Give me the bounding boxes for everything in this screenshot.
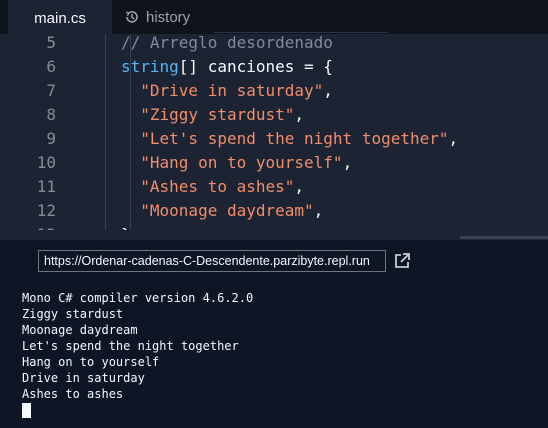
code-token: , xyxy=(342,153,353,172)
code-token: , xyxy=(323,81,333,100)
line-number: 7 xyxy=(46,81,56,100)
line-number: 8 xyxy=(46,105,56,124)
line-number: 12 xyxy=(36,201,56,220)
code-line[interactable]: 6 string[] canciones = { xyxy=(0,55,548,79)
repl-url-field[interactable]: https://Ordenar-cadenas-C-Descendente.pa… xyxy=(38,250,386,272)
console-output-line: Mono C# compiler version 4.6.2.0 xyxy=(22,291,254,305)
line-number: 10 xyxy=(36,153,56,172)
code-line[interactable]: 10 "Hang on to yourself", xyxy=(0,151,548,175)
tab-label: history xyxy=(146,8,191,26)
console-output-line: Ziggy stardust xyxy=(22,307,124,321)
code-token: [] canciones = { xyxy=(178,57,333,76)
code-token: , xyxy=(294,177,305,196)
code-line[interactable]: 7 "Drive in saturday", xyxy=(0,79,548,103)
code-token: "Let's spend the night together" xyxy=(140,129,449,148)
line-number: 6 xyxy=(46,57,56,76)
code-token: "Hang on to yourself" xyxy=(140,153,343,172)
console-output-line: Hang on to yourself xyxy=(22,355,160,369)
console-output-line: Drive in saturday xyxy=(22,371,145,385)
line-number: 5 xyxy=(46,34,56,52)
code-token: "Drive in saturday" xyxy=(140,81,324,100)
code-token: , xyxy=(313,201,324,220)
line-number: 9 xyxy=(46,129,56,148)
editor-scrollbar[interactable] xyxy=(460,236,548,239)
code-text: "Hang on to yourself", xyxy=(121,151,352,175)
code-text: "Let's spend the night together", xyxy=(121,127,458,151)
code-token: "Ashes to ashes" xyxy=(140,177,295,196)
code-token: , xyxy=(448,129,459,148)
code-line[interactable]: 9 "Let's spend the night together", xyxy=(0,127,548,151)
console-output: Mono C# compiler version 4.6.2.0 Ziggy st… xyxy=(22,290,253,402)
code-text: "Moonage daydream", xyxy=(121,199,323,223)
tab-bar: main.cs history xyxy=(0,0,548,34)
tab-label: main.cs xyxy=(34,9,86,27)
line-number: 13 xyxy=(0,223,56,230)
console-output-line: Moonage daydream xyxy=(22,323,138,337)
code-line[interactable]: 13} xyxy=(0,223,548,230)
tab-history[interactable]: history xyxy=(124,0,214,34)
code-text: "Ashes to ashes", xyxy=(121,175,304,199)
code-editor[interactable]: 5 // Arreglo desordenado 6 string[] cancion… xyxy=(0,34,548,230)
history-icon xyxy=(125,11,138,23)
tab-bar-divider xyxy=(214,32,388,33)
code-text: "Drive in saturday", xyxy=(121,79,333,103)
code-text: // Arreglo desordenado xyxy=(121,34,333,55)
code-text: string[] canciones = { xyxy=(121,55,333,79)
code-text: } xyxy=(121,223,131,230)
code-line[interactable]: 12 "Moonage daydream", xyxy=(0,199,548,223)
code-line[interactable]: 11 "Ashes to ashes", xyxy=(0,175,548,199)
tab-main-cs[interactable]: main.cs xyxy=(8,0,112,34)
code-text: "Ziggy stardust", xyxy=(121,103,304,127)
code-token: "Moonage daydream" xyxy=(140,201,314,220)
line-number: 11 xyxy=(36,177,56,196)
code-line[interactable]: 8 "Ziggy stardust", xyxy=(0,103,548,127)
open-external-icon[interactable] xyxy=(392,251,412,271)
tab-bar-empty-area xyxy=(214,0,548,34)
code-token: , xyxy=(294,105,305,124)
code-token: "Ziggy stardust" xyxy=(140,105,295,124)
console-output-line: Let's spend the night together xyxy=(22,339,239,353)
code-token: // Arreglo desordenado xyxy=(121,34,333,52)
code-line[interactable]: 5 // Arreglo desordenado xyxy=(0,34,548,55)
console-cursor xyxy=(22,403,31,418)
code-token: string xyxy=(121,57,179,76)
console-output-line: Ashes to ashes xyxy=(22,387,124,401)
